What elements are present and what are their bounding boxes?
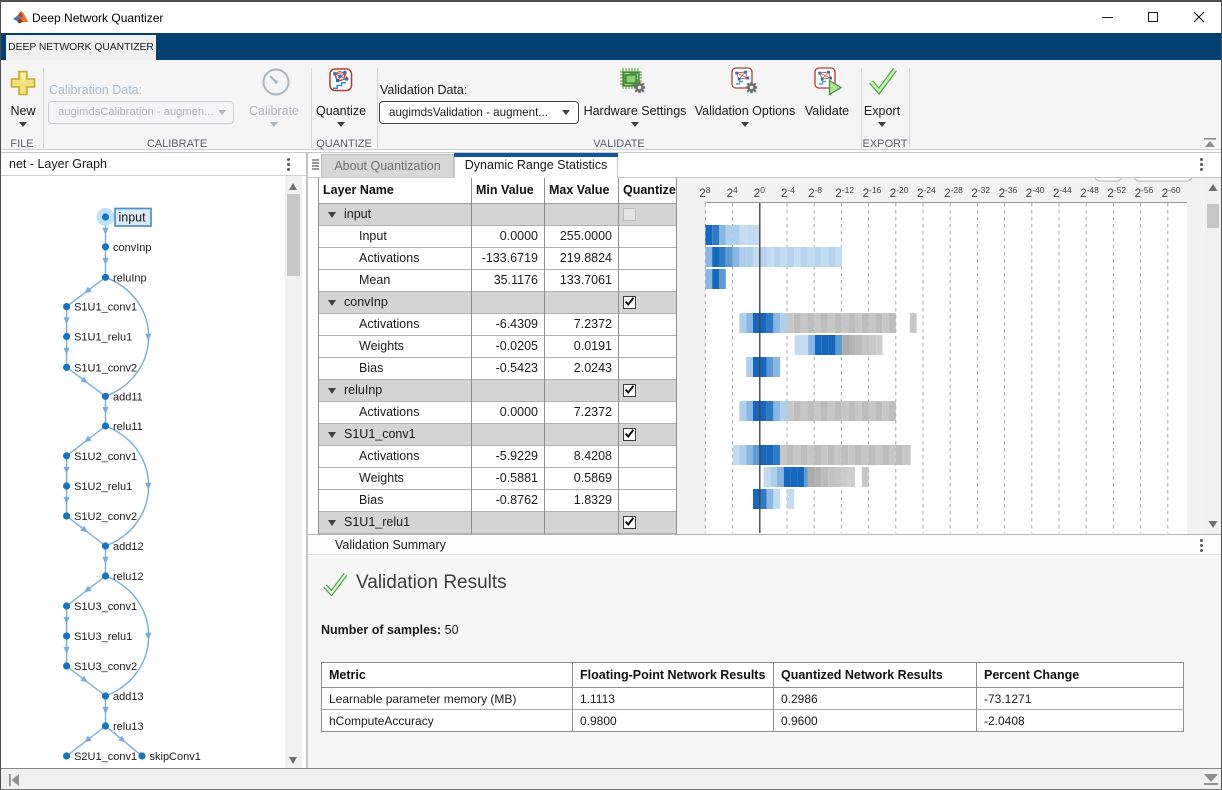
svg-text:skipConv1: skipConv1: [150, 751, 201, 763]
svg-text:S1U3_conv1: S1U3_conv1: [74, 601, 137, 613]
svg-text:S1U3_conv2: S1U3_conv2: [74, 661, 137, 673]
svg-text:relu13: relu13: [113, 721, 144, 733]
svg-text:add11: add11: [113, 391, 143, 403]
svg-text:S1U1_conv1: S1U1_conv1: [74, 302, 137, 314]
svg-text:S1U3_relu1: S1U3_relu1: [74, 631, 132, 643]
svg-text:input: input: [119, 211, 147, 225]
svg-text:S1U1_conv2: S1U1_conv2: [74, 362, 137, 374]
svg-text:add13: add13: [113, 691, 144, 703]
svg-text:relu11: relu11: [113, 421, 143, 433]
svg-text:S1U1_relu1: S1U1_relu1: [74, 332, 132, 344]
svg-text:relu12: relu12: [113, 571, 144, 583]
svg-text:S2U1_conv1: S2U1_conv1: [74, 751, 137, 763]
svg-text:S1U2_conv2: S1U2_conv2: [74, 511, 137, 523]
svg-text:convInp: convInp: [113, 242, 152, 254]
svg-text:add12: add12: [113, 541, 144, 553]
svg-text:S1U2_relu1: S1U2_relu1: [74, 481, 132, 493]
svg-text:reluInp: reluInp: [113, 272, 147, 284]
svg-text:S1U2_conv1: S1U2_conv1: [74, 451, 137, 463]
